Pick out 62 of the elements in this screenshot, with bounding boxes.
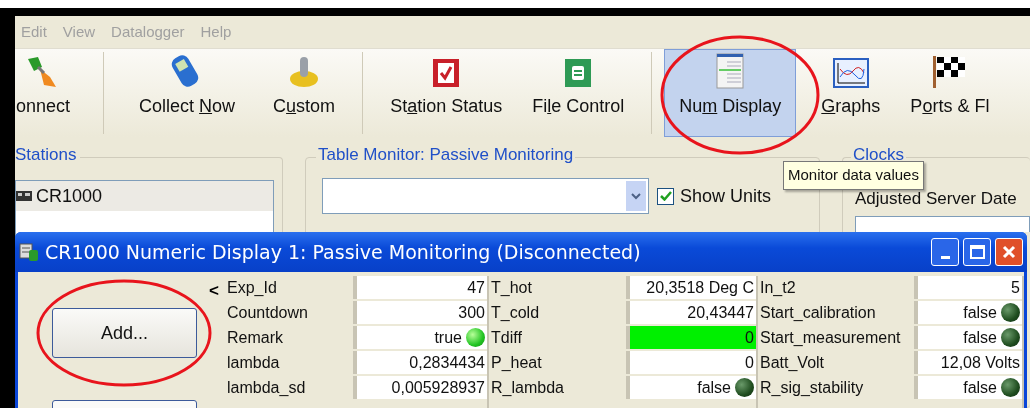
window-title: CR1000 Numeric Display 1: Passive Monitoring (Disconnected) <box>45 239 642 265</box>
field-value-cell: false <box>918 326 1022 349</box>
toolbar-button[interactable]: Custom <box>258 49 351 137</box>
toolbar-button[interactable]: onnect <box>15 49 92 137</box>
field-value-cell: 0 <box>630 326 756 349</box>
close-button[interactable] <box>995 238 1023 266</box>
field-name-cell: P_heat <box>489 351 630 374</box>
checkbox-label: Show Units <box>680 184 772 208</box>
field-value-cell: 20,3518 Deg C <box>630 276 756 299</box>
app-icon <box>19 243 39 261</box>
field-value-cell: 300 <box>357 301 487 324</box>
collapse-toggle[interactable]: < <box>209 278 219 304</box>
toolbar-button[interactable]: Station Status <box>375 49 518 137</box>
field-name-cell: Tdiff <box>489 326 630 349</box>
field-name-cell: Remark <box>225 326 357 349</box>
line-chart-icon <box>832 57 869 89</box>
date-field[interactable] <box>855 215 1030 232</box>
checkbox[interactable] <box>657 187 674 205</box>
field-value-cell: false <box>918 376 1022 399</box>
field-value-cell: 47 <box>357 276 487 299</box>
field-value-cell: false <box>630 376 756 399</box>
toolbar-button[interactable]: File Control <box>517 49 640 137</box>
maximize-button[interactable] <box>963 238 991 266</box>
station-item[interactable]: CR1000 <box>16 181 273 211</box>
toolbar-button[interactable]: Ports & Fl <box>895 49 1005 137</box>
datalogger-icon <box>16 191 32 201</box>
field-name-cell: T_cold <box>489 301 630 324</box>
checklist-icon <box>431 57 462 89</box>
field-name-cell: Batt_Volt <box>758 351 918 374</box>
field-value-cell: 0,2834434 <box>357 351 487 374</box>
toolbar-button[interactable]: Graphs <box>806 49 896 137</box>
field-name-cell: Start_calibration <box>758 301 918 324</box>
field-name-cell: In_t2 <box>758 276 918 299</box>
field-value-cell: 12,08 Volts <box>918 351 1022 374</box>
field-value-cell: 0,005928937 <box>357 376 487 399</box>
field-name-cell: Start_measurement <box>758 326 918 349</box>
tooltip: Monitor data values <box>783 161 924 190</box>
field-name-cell: Countdown <box>225 301 357 324</box>
field-label: Adjusted Server Date <box>855 188 1018 210</box>
field-value-cell: true <box>357 326 487 349</box>
field-value-cell: false <box>918 301 1022 324</box>
toolbar-button[interactable]: Num Display <box>664 49 797 137</box>
field-name-cell: T_hot <box>489 276 630 299</box>
field-value-cell: 5 <box>918 276 1022 299</box>
field-name-cell: R_lambda <box>489 376 630 399</box>
field-value-cell: 20,43447 <box>630 301 756 324</box>
chevron-down-icon <box>631 192 641 200</box>
close-icon <box>1002 245 1016 259</box>
field-name-cell: R_sig_stability <box>758 376 918 399</box>
field-value-cell: 0 <box>630 351 756 374</box>
group-title: Stations <box>15 146 81 163</box>
table-icon <box>715 53 746 89</box>
minimize-button[interactable] <box>931 238 959 266</box>
checkered-flag-icon <box>931 55 968 89</box>
add-button[interactable]: Add... <box>52 308 197 358</box>
field-name-cell: lambda <box>225 351 357 374</box>
group-title: Table Monitor: Passive Monitoring <box>316 146 576 163</box>
field-name-cell: Exp_Id <box>225 276 357 299</box>
table-dropdown[interactable] <box>322 178 649 214</box>
field-name-cell: lambda_sd <box>225 376 357 399</box>
document-icon <box>563 57 594 89</box>
toolbar-button[interactable]: Collect Now <box>124 49 251 137</box>
